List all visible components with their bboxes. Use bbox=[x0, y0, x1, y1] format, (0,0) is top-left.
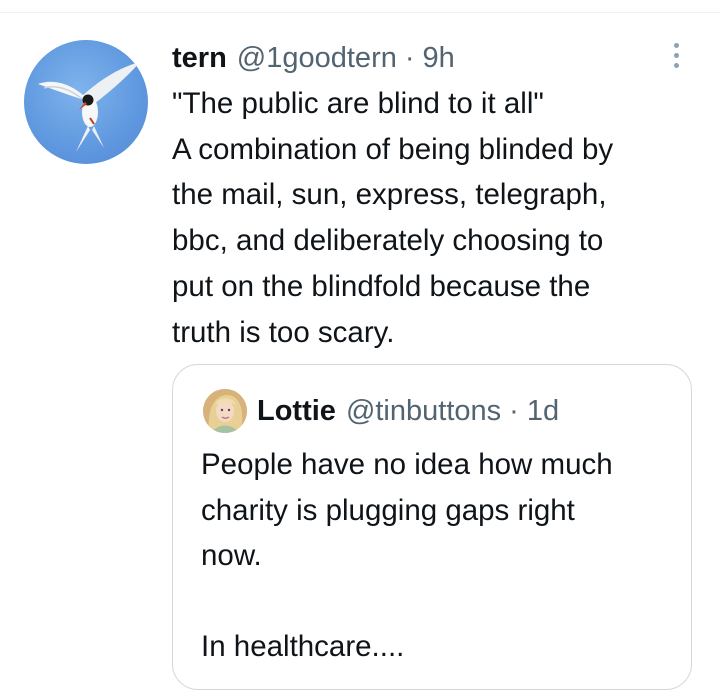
quoted-tweet-card[interactable]: Lottie @tinbuttons · 1d People have no ide… bbox=[172, 364, 692, 690]
tweet-meta: @1goodtern · 9h bbox=[237, 42, 455, 75]
quoted-text-line bbox=[201, 579, 671, 625]
meta-separator: · bbox=[404, 41, 415, 74]
tern-bird-icon bbox=[38, 62, 140, 152]
more-dot bbox=[673, 62, 679, 68]
quoted-tweet-text: People have no idea how much charity is … bbox=[201, 442, 671, 670]
tweet-header: tern @1goodtern · 9h bbox=[172, 40, 455, 76]
author-handle[interactable]: @1goodtern bbox=[237, 42, 397, 74]
tweet-text-line: bbc, and deliberately choosing to bbox=[172, 224, 604, 258]
meta-separator: · bbox=[509, 394, 519, 427]
top-divider bbox=[0, 12, 720, 13]
quoted-text-line: In healthcare.... bbox=[201, 630, 405, 663]
tweet-text-line: truth is too scary. bbox=[172, 315, 395, 349]
quoted-author-avatar bbox=[203, 389, 247, 433]
author-avatar[interactable] bbox=[24, 40, 148, 164]
quoted-tweet-time: 1d bbox=[526, 394, 560, 427]
quoted-tweet-header: Lottie @tinbuttons · 1d bbox=[257, 391, 559, 431]
tweet-text-line: "The public are blind to it all" bbox=[172, 87, 544, 120]
tweet-text-line: A combination of being blinded by bbox=[172, 132, 614, 166]
more-dot bbox=[673, 52, 679, 58]
quoted-author-handle: @tinbuttons bbox=[345, 394, 502, 427]
quoted-author-name: Lottie bbox=[257, 394, 336, 427]
quoted-text-line: now. bbox=[201, 539, 262, 572]
tweet-text-line: put on the blindfold because the bbox=[172, 269, 591, 303]
user-avatar-icon bbox=[203, 389, 247, 433]
author-name[interactable]: tern bbox=[172, 42, 227, 75]
more-options-icon[interactable] bbox=[662, 38, 690, 72]
tweet-text: "The public are blind to it all" A combi… bbox=[172, 81, 692, 355]
quoted-text-line: charity is plugging gaps right bbox=[201, 493, 575, 527]
tweet-time[interactable]: 9h bbox=[423, 42, 455, 74]
more-dot bbox=[673, 42, 679, 48]
quoted-tweet-meta: @tinbuttons · 1d bbox=[346, 395, 559, 428]
tweet-text-line: the mail, sun, express, telegraph, bbox=[172, 178, 607, 212]
quoted-text-line: People have no idea how much bbox=[201, 448, 613, 481]
